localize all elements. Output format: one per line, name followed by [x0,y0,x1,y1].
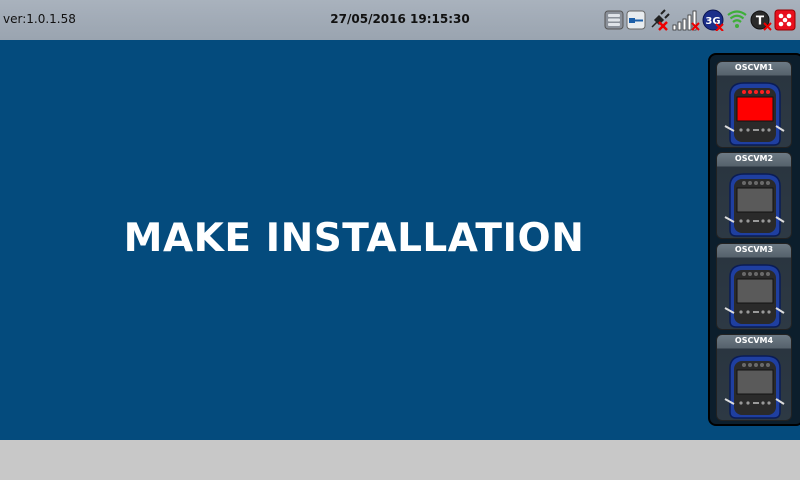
device-button-oscvm4[interactable]: OSCVM4 [716,334,792,421]
bottom-bar [0,440,800,480]
device-panel: OSCVM1 OSCVM2 OSCVM3 OSCVM4 [708,53,800,426]
device-led [754,272,758,276]
device-led [766,363,770,367]
t-badge-icon: T [750,9,772,31]
device-terminal-icon [724,355,785,419]
device-terminal-icon [724,173,785,237]
alarm-icon [774,9,796,31]
device-label: OSCVM2 [734,154,774,163]
installation-message: MAKE INSTALLATION [123,216,585,261]
device-label: OSCVM4 [734,336,774,345]
device-led [760,363,764,367]
device-led [748,363,752,367]
device-led [742,181,746,185]
device-led [766,272,770,276]
device-terminal-icon [724,264,785,328]
signal-bars-icon [672,9,700,31]
device-led [760,181,764,185]
database-icon [604,10,624,30]
status-icon-tray: 3G T [604,8,796,32]
device-led [760,90,764,94]
device-led [748,90,752,94]
device-button-oscvm1[interactable]: OSCVM1 [716,61,792,148]
device-screen [736,96,774,122]
device-led [766,181,770,185]
device-led [748,272,752,276]
device-led [742,90,746,94]
wifi-icon [726,9,748,31]
device-label: OSCVM3 [734,245,774,254]
device-led [754,90,758,94]
device-screen [736,278,774,304]
device-led [766,90,770,94]
device-button-oscvm3[interactable]: OSCVM3 [716,243,792,330]
status-bar: ver:1.0.1.58 27/05/2016 19:15:30 3G T [0,0,800,40]
device-screen [736,187,774,213]
device-label: OSCVM1 [734,63,774,72]
3g-icon: 3G [702,9,724,31]
device-led [742,363,746,367]
device-screen [736,369,774,395]
device-led [754,363,758,367]
device-led [742,272,746,276]
device-led [760,272,764,276]
device-led [754,181,758,185]
connector-icon [626,10,646,30]
svg-text:T: T [756,14,765,28]
device-led [748,181,752,185]
device-terminal-icon [724,82,785,146]
plug-disconnected-icon [648,9,670,31]
main-area: MAKE INSTALLATION [0,40,800,440]
device-button-oscvm2[interactable]: OSCVM2 [716,152,792,239]
